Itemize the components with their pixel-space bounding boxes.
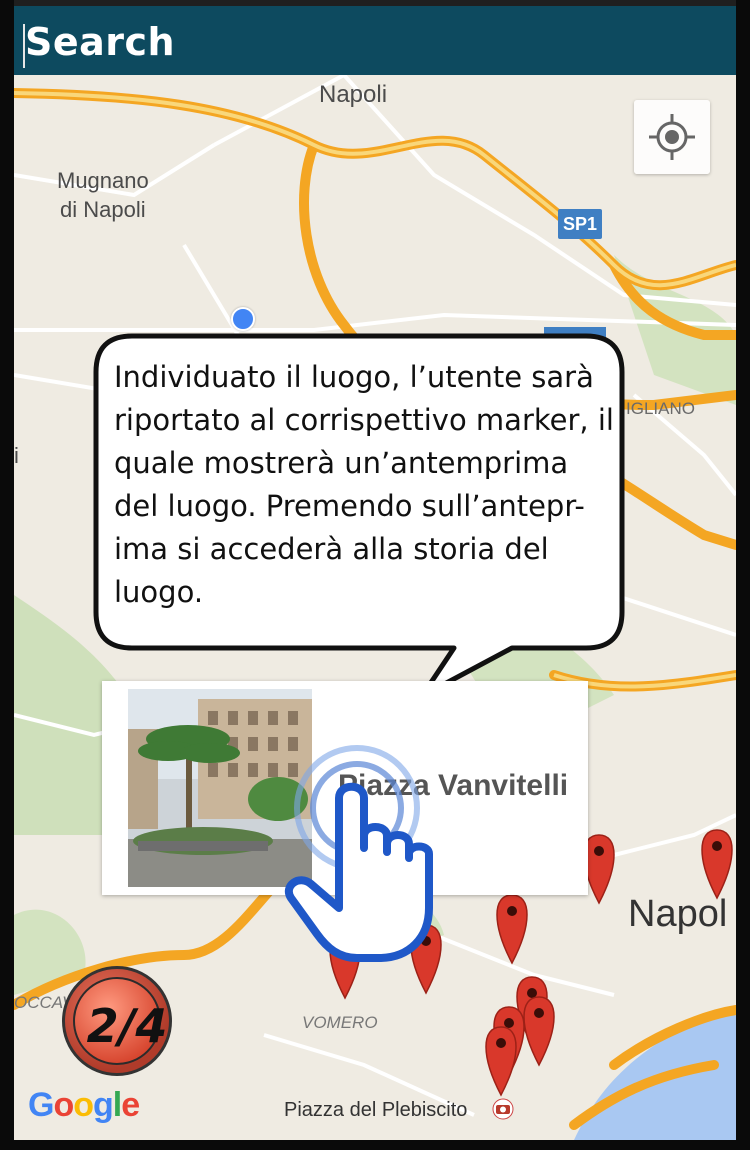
label-napoli-right: Napol [628, 893, 728, 935]
step-counter-text: 2/4 [86, 999, 168, 1053]
user-location-dot [231, 307, 255, 331]
label-plebiscito: Piazza del Plebiscito [284, 1099, 468, 1121]
app-screen: Search Napoli Mugnano di Napoli SP1 IGLI… [14, 0, 736, 1140]
label-left-fragment: i [14, 443, 19, 468]
tutorial-text: Individuato il luogo, l’utente sarà ripo… [114, 360, 614, 609]
google-logo: Google [28, 1086, 140, 1124]
label-mugnano-1: Mugnano [57, 168, 149, 193]
label-ponticelli-fragment: IGLIANO [626, 399, 695, 418]
search-title: Search [25, 20, 176, 64]
tap-hand-icon [285, 745, 433, 962]
my-location-button[interactable] [634, 100, 710, 174]
sp1-road-sign: SP1 [558, 209, 602, 239]
search-bar[interactable]: Search [14, 0, 736, 75]
label-vomero: VOMERO [302, 1013, 378, 1032]
label-mugnano-2: di Napoli [60, 197, 146, 222]
label-napoli-top: Napoli [319, 81, 388, 108]
tutorial-step-badge: 2/4 [62, 966, 172, 1076]
camera-icon [492, 1098, 514, 1120]
my-location-icon [649, 114, 695, 160]
